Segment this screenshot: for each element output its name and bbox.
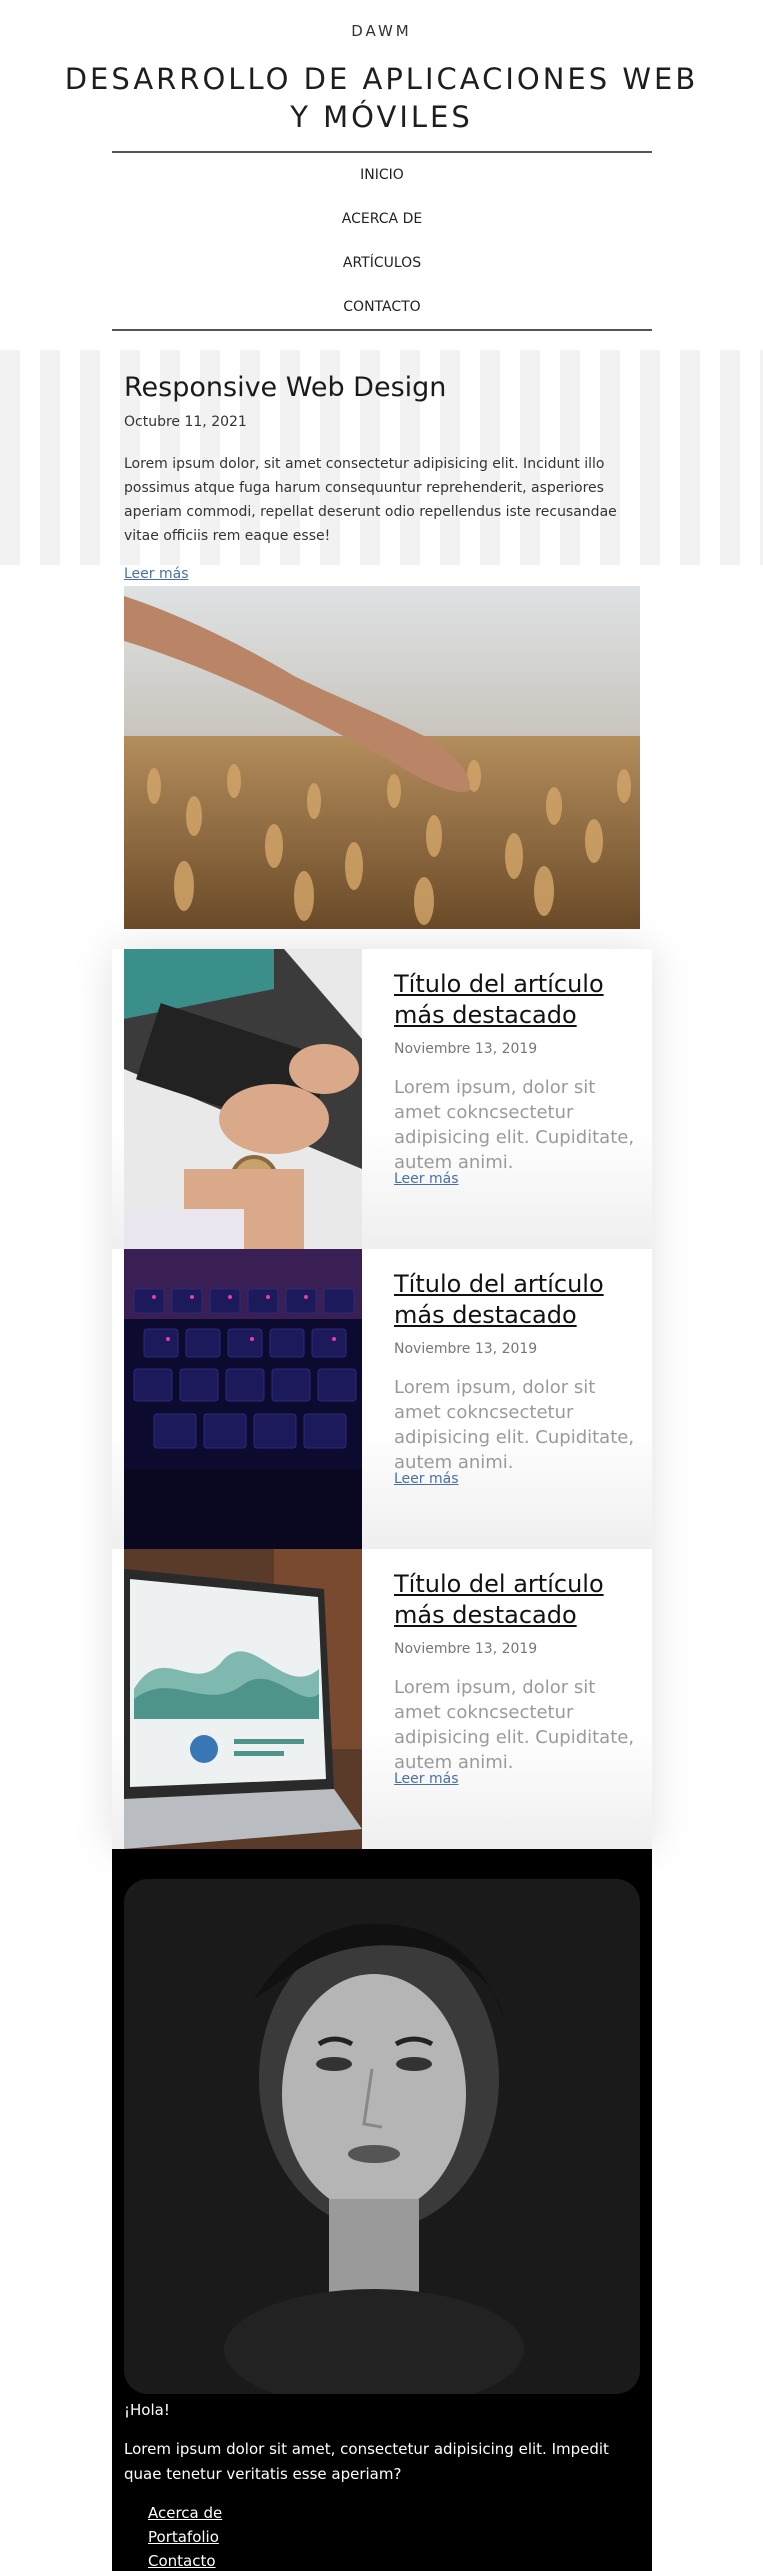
link-portafolio[interactable]: Portafolio — [148, 2525, 222, 2549]
articles-list: Título del artículo más destacado Noviem… — [112, 949, 652, 1849]
about-text: Lorem ipsum dolor sit amet, consectetur … — [124, 2440, 609, 2483]
article-text: Lorem ipsum, dolor sit amet cokncsectetu… — [394, 1077, 635, 1173]
article-title[interactable]: Título del artículo más destacado — [394, 969, 634, 1031]
featured-post-title[interactable]: Responsive Web Design — [124, 372, 446, 403]
portrait-image — [124, 1879, 640, 2394]
featured-post-excerpt: Lorem ipsum dolor, sit amet consectetur … — [124, 456, 617, 544]
laptop-illustration — [124, 949, 362, 1249]
dashboard-illustration — [124, 1549, 362, 1849]
article-text: Lorem ipsum, dolor sit amet cokncsectetu… — [394, 1377, 635, 1473]
article-card: Título del artículo más destacado Noviem… — [112, 1549, 652, 1849]
featured-post-date: Octubre 11, 2021 — [124, 414, 247, 430]
nav-item-inicio[interactable]: INICIO — [112, 167, 652, 183]
wheat-field-illustration — [124, 586, 640, 929]
article-title[interactable]: Título del artículo más destacado — [394, 1269, 634, 1331]
site-title: DESARROLLO DE APLICACIONES WEB Y MÓVILES — [64, 62, 699, 134]
about-section: ¡Hola! Lorem ipsum dolor sit amet, conse… — [112, 1849, 652, 2571]
nav-item-contacto[interactable]: CONTACTO — [112, 299, 652, 315]
article-card: Título del artículo más destacado Noviem… — [112, 1249, 652, 1549]
article-text: Lorem ipsum, dolor sit amet cokncsectetu… — [394, 1677, 635, 1773]
article-date: Noviembre 13, 2019 — [394, 1041, 538, 1057]
keyboard-image — [124, 1249, 362, 1549]
brand-label: DAWM — [351, 22, 412, 40]
article-read-more-link[interactable]: Leer más — [394, 1771, 459, 1787]
laptop-typing-image — [124, 949, 362, 1249]
portrait-illustration — [124, 1879, 640, 2394]
link-contacto[interactable]: Contacto — [148, 2549, 222, 2571]
article-title[interactable]: Título del artículo más destacado — [394, 1569, 634, 1631]
site-header: DAWM DESARROLLO DE APLICACIONES WEB Y MÓ… — [0, 0, 763, 350]
nav-item-acerca-de[interactable]: ACERCA DE — [112, 211, 652, 227]
laptop-dashboard-image — [124, 1549, 362, 1849]
keyboard-illustration — [124, 1249, 362, 1549]
wheat-field-hand-image — [124, 586, 640, 929]
nav-item-articulos[interactable]: ARTÍCULOS — [112, 255, 652, 271]
greeting-text: ¡Hola! — [124, 2401, 170, 2419]
article-date: Noviembre 13, 2019 — [394, 1341, 538, 1357]
article-read-more-link[interactable]: Leer más — [394, 1171, 459, 1187]
main-nav: INICIO ACERCA DE ARTÍCULOS CONTACTO — [112, 151, 652, 331]
article-read-more-link[interactable]: Leer más — [394, 1471, 459, 1487]
article-card: Título del artículo más destacado Noviem… — [112, 949, 652, 1249]
featured-read-more-link[interactable]: Leer más — [124, 566, 189, 582]
article-date: Noviembre 13, 2019 — [394, 1641, 538, 1657]
about-links: Acerca de Portafolio Contacto — [148, 2501, 222, 2571]
link-acerca-de[interactable]: Acerca de — [148, 2501, 222, 2525]
